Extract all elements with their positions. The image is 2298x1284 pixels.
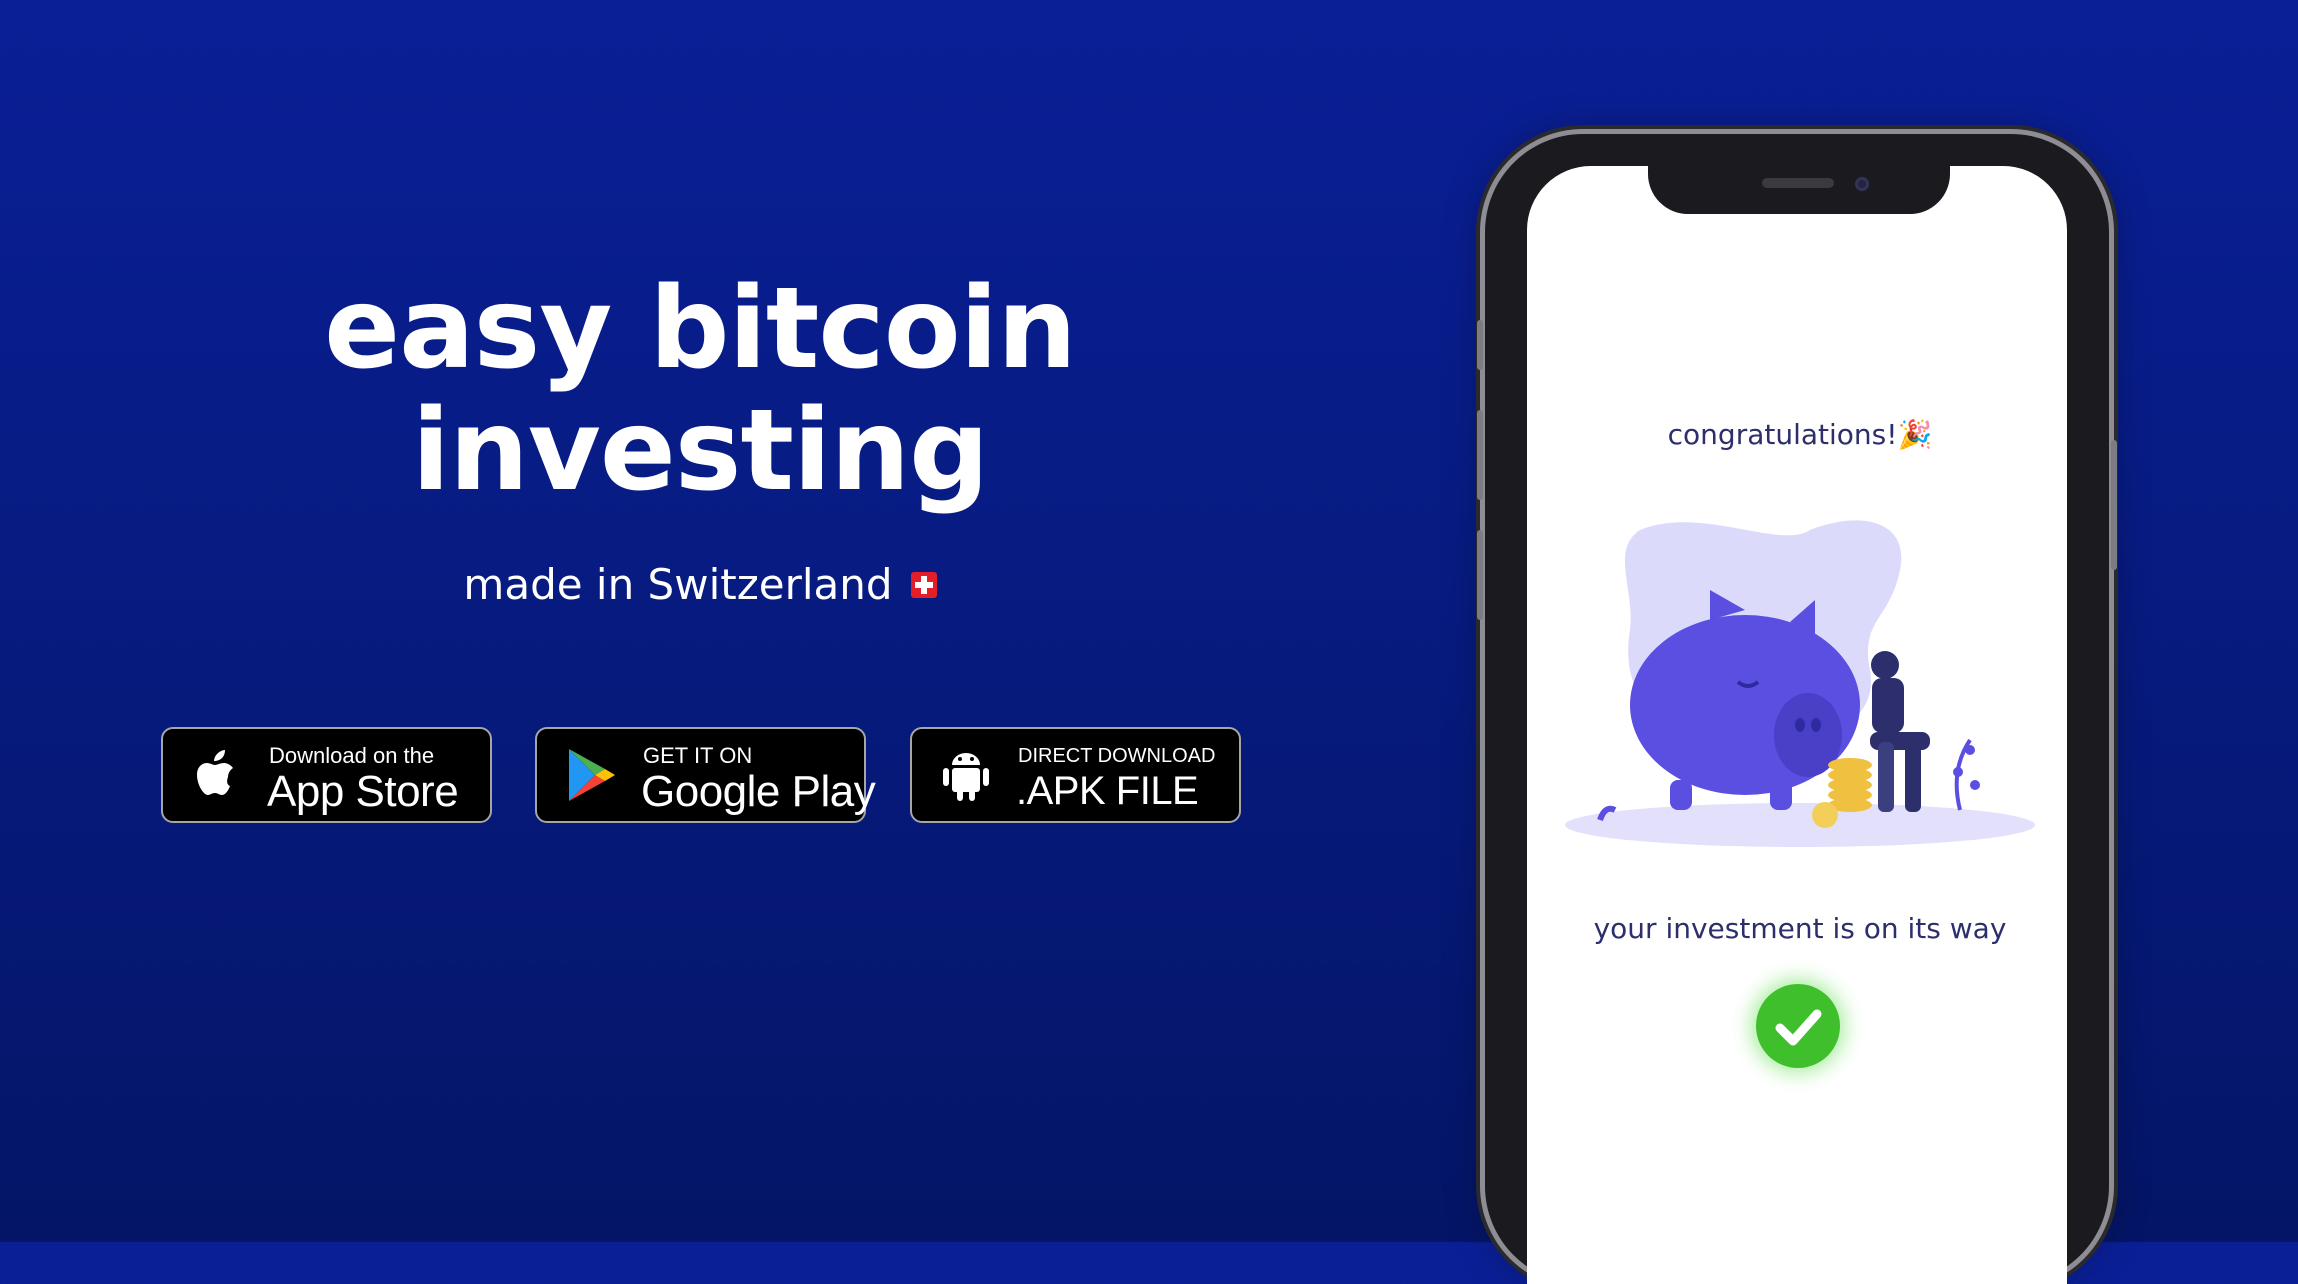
phone-volume-up	[1477, 410, 1483, 500]
subline-text: made in Switzerland	[463, 560, 893, 609]
apk-line-2: .APK FILE	[1016, 769, 1199, 813]
apk-download-button[interactable]: DIRECT DOWNLOAD .APK FILE	[910, 727, 1241, 823]
phone-camera	[1855, 177, 1869, 191]
android-icon	[943, 753, 989, 801]
piggy-bank-illustration	[1565, 520, 2035, 847]
investment-status-text: your investment is on its way	[1593, 912, 2007, 945]
app-store-line-2: App Store	[267, 767, 459, 816]
phone-mute-switch	[1477, 320, 1483, 370]
google-play-line-2: Google Play	[641, 767, 876, 816]
subline: made in Switzerland	[420, 560, 980, 609]
apk-line-1: DIRECT DOWNLOAD	[1018, 745, 1216, 767]
google-play-line-1: GET IT ON	[643, 743, 753, 768]
google-play-button[interactable]: GET IT ON Google Play	[535, 727, 876, 823]
phone-power-button	[2111, 440, 2117, 570]
apple-icon	[197, 750, 233, 795]
phone-speaker	[1762, 178, 1834, 188]
app-store-button[interactable]: Download on the App Store	[161, 727, 492, 823]
congrats-text: congratulations!🎉	[1667, 418, 1933, 451]
swiss-flag-icon	[910, 571, 937, 598]
phone-volume-down	[1477, 530, 1483, 620]
headline-line-1: easy bitcoin	[324, 264, 1077, 394]
checkmark-icon	[1756, 984, 1840, 1068]
google-play-icon	[569, 749, 615, 801]
headline-line-2: investing	[411, 386, 990, 516]
headline: easy bitcoin investing	[200, 268, 1200, 512]
app-store-line-1: Download on the	[269, 743, 435, 768]
